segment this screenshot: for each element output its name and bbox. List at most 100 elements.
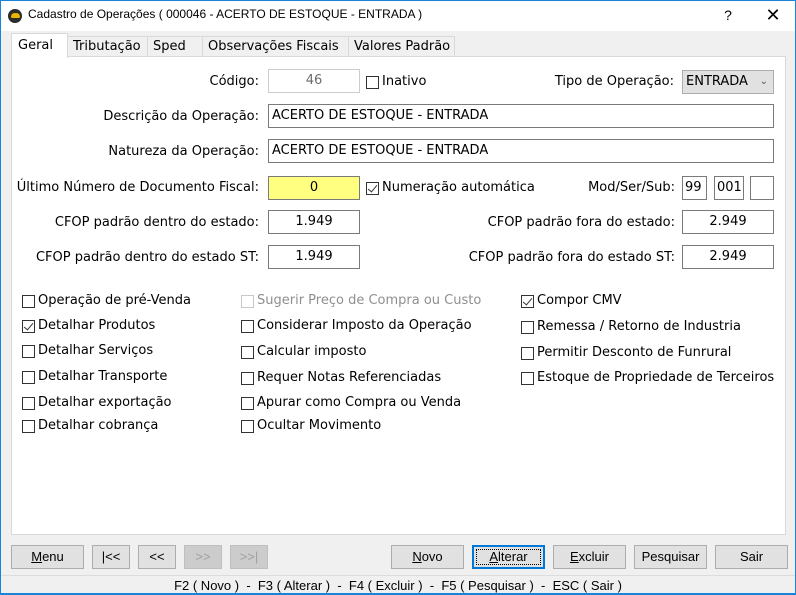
cfop-dentro-st-input[interactable]: 1.949	[268, 245, 360, 269]
alterar-button[interactable]: Alterar	[472, 545, 545, 569]
chevron-down-icon: ⌄	[759, 76, 768, 87]
novo-label: ovo	[421, 549, 443, 564]
check-box[interactable]	[22, 294, 35, 308]
detalhar-transporte-checkbox[interactable]: Detalhar Transporte	[22, 369, 167, 385]
checkbox-label: Detalhar Serviços	[38, 343, 154, 358]
checkbox-label: Remessa / Retorno de Industria	[537, 319, 741, 334]
check-box	[241, 294, 254, 308]
codigo-field: 46	[268, 69, 360, 93]
check-box[interactable]	[521, 294, 534, 308]
check-box[interactable]	[521, 346, 534, 360]
menu-button[interactable]: Menu	[11, 545, 84, 569]
tab-tributacao[interactable]: Tributação	[67, 36, 148, 57]
tab-geral[interactable]: Geral	[11, 33, 68, 58]
check-box[interactable]	[241, 319, 254, 333]
checkbox-label: Calcular imposto	[257, 344, 367, 359]
tab-observacoes-fiscais[interactable]: Observações Fiscais	[202, 36, 349, 57]
inativo-check-box[interactable]	[366, 75, 379, 89]
checkbox-label: Sugerir Preço de Compra ou Custo	[257, 293, 482, 308]
sair-button[interactable]: Sair	[715, 545, 788, 569]
check-box[interactable]	[241, 396, 254, 410]
considerar-imposto-checkbox[interactable]: Considerar Imposto da Operação	[241, 318, 472, 334]
sub-input[interactable]	[750, 176, 774, 200]
tab-valores-padrao[interactable]: Valores Padrão	[348, 36, 455, 57]
menu-hotkey: M	[31, 549, 43, 564]
check-box[interactable]	[521, 320, 534, 334]
checkbox-label: Detalhar Produtos	[38, 318, 156, 333]
natureza-label: Natureza da Operação:	[108, 144, 259, 159]
menu-label: enu	[42, 549, 64, 564]
checkbox-label: Compor CMV	[537, 293, 622, 308]
check-box[interactable]	[241, 419, 254, 433]
checkbox-label: Estoque de Propriedade de Terceiros	[537, 370, 775, 385]
pre-venda-checkbox[interactable]: Operação de pré-Venda	[22, 293, 191, 309]
help-button[interactable]: ?	[713, 3, 743, 27]
excluir-button[interactable]: Excluir	[553, 545, 626, 569]
alterar-label: lterar	[498, 549, 528, 564]
check-box[interactable]	[521, 371, 534, 385]
desconto-funrural-checkbox[interactable]: Permitir Desconto de Funrural	[521, 345, 731, 361]
title-bar: Cadastro de Operações ( 000046 - ACERTO …	[1, 1, 795, 31]
next-record-button: >>	[184, 545, 222, 569]
cfop-fora-input[interactable]: 2.949	[682, 210, 774, 234]
remessa-retorno-checkbox[interactable]: Remessa / Retorno de Industria	[521, 319, 741, 335]
previous-record-button[interactable]: <<	[138, 545, 176, 569]
cfop-dentro-st-label: CFOP padrão dentro do estado ST:	[35, 250, 259, 265]
tipo-operacao-label: Tipo de Operação:	[554, 74, 674, 89]
check-box[interactable]	[241, 371, 254, 385]
detalhar-produtos-checkbox[interactable]: Detalhar Produtos	[22, 318, 155, 334]
cfop-dentro-input[interactable]: 1.949	[268, 210, 360, 234]
estoque-terceiros-checkbox[interactable]: Estoque de Propriedade de Terceiros	[521, 370, 774, 386]
last-record-button: >>|	[230, 545, 268, 569]
check-box[interactable]	[22, 370, 35, 384]
codigo-label: Código:	[209, 74, 259, 89]
check-box[interactable]	[22, 419, 35, 433]
window-title: Cadastro de Operações ( 000046 - ACERTO …	[28, 7, 423, 21]
tipo-operacao-select[interactable]: ENTRADA ⌄	[682, 70, 774, 94]
detalhar-servicos-checkbox[interactable]: Detalhar Serviços	[22, 343, 153, 359]
ultimo-numero-input[interactable]: 0	[268, 176, 360, 200]
cfop-fora-label: CFOP padrão fora do estado:	[487, 215, 675, 230]
detalhar-cobranca-checkbox[interactable]: Detalhar cobrança	[22, 418, 158, 434]
checkbox-label: Requer Notas Referenciadas	[257, 370, 442, 385]
check-box[interactable]	[22, 344, 35, 358]
check-box[interactable]	[22, 396, 35, 410]
checkbox-label: Detalhar exportação	[38, 395, 172, 410]
natureza-input[interactable]: ACERTO DE ESTOQUE - ENTRADA	[268, 139, 774, 163]
check-box[interactable]	[22, 319, 35, 333]
ultimo-numero-label: Último Número de Documento Fiscal:	[16, 180, 259, 195]
inativo-checkbox[interactable]: Inativo	[366, 74, 426, 90]
descricao-input[interactable]: ACERTO DE ESTOQUE - ENTRADA	[268, 104, 774, 128]
excluir-label: xcluir	[578, 549, 609, 564]
app-logo-icon	[8, 9, 22, 23]
detalhar-exportacao-checkbox[interactable]: Detalhar exportação	[22, 395, 172, 411]
novo-button[interactable]: Novo	[391, 545, 464, 569]
cfop-dentro-label: CFOP padrão dentro do estado:	[54, 215, 259, 230]
first-record-button[interactable]: |<<	[92, 545, 130, 569]
mod-input[interactable]: 99	[682, 176, 707, 200]
cfop-fora-st-input[interactable]: 2.949	[682, 245, 774, 269]
pesquisar-button[interactable]: Pesquisar	[634, 545, 707, 569]
requer-notas-checkbox[interactable]: Requer Notas Referenciadas	[241, 370, 441, 386]
calcular-imposto-checkbox[interactable]: Calcular imposto	[241, 344, 366, 360]
compor-cmv-checkbox[interactable]: Compor CMV	[521, 293, 622, 309]
descricao-label: Descrição da Operação:	[103, 109, 259, 124]
excluir-hotkey: E	[569, 549, 579, 564]
close-button[interactable]: ✕	[753, 3, 793, 27]
ocultar-movimento-checkbox[interactable]: Ocultar Movimento	[241, 418, 381, 434]
numeracao-automatica-check-box[interactable]	[366, 181, 379, 195]
tab-sped[interactable]: Sped	[147, 36, 203, 57]
numeracao-automatica-label: Numeração automática	[382, 180, 535, 195]
check-box[interactable]	[241, 345, 254, 359]
alterar-hotkey: A	[489, 549, 499, 564]
sugerir-preco-checkbox: Sugerir Preço de Compra ou Custo	[241, 293, 481, 309]
inativo-label: Inativo	[382, 74, 427, 89]
novo-hotkey: N	[412, 549, 422, 564]
apurar-compra-venda-checkbox[interactable]: Apurar como Compra ou Venda	[241, 395, 461, 411]
checkbox-label: Considerar Imposto da Operação	[257, 318, 472, 333]
checkbox-label: Apurar como Compra ou Venda	[257, 395, 462, 410]
checkbox-label: Detalhar Transporte	[38, 369, 168, 384]
mod-ser-sub-label: Mod/Ser/Sub:	[588, 180, 675, 195]
ser-input[interactable]: 001	[714, 176, 744, 200]
numeracao-automatica-checkbox[interactable]: Numeração automática	[366, 180, 535, 196]
